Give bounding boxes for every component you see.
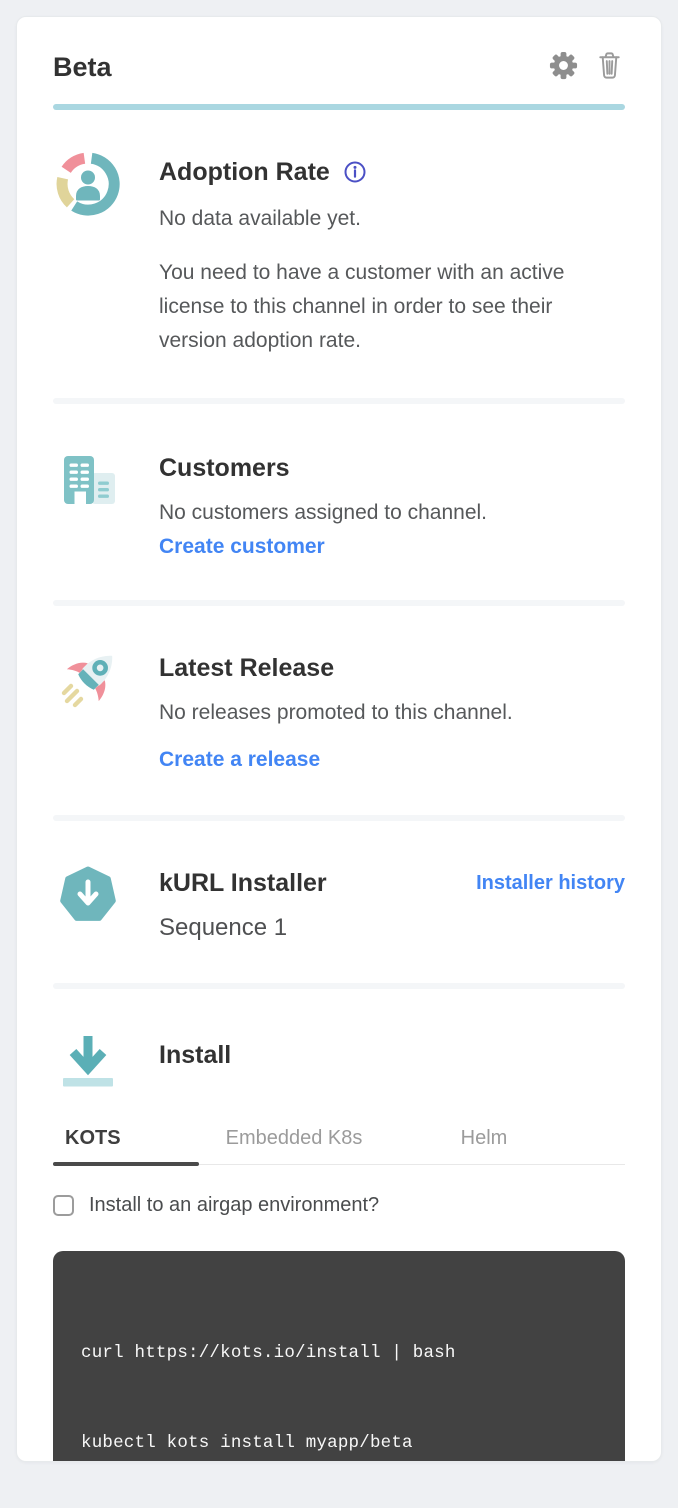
airgap-checkbox[interactable] xyxy=(53,1195,74,1216)
install-body: Install xyxy=(159,1029,625,1073)
gear-icon xyxy=(548,50,579,84)
adoption-description: You need to have a customer with an acti… xyxy=(159,256,607,358)
install-title: Install xyxy=(159,1037,625,1073)
adoption-rate-title: Adoption Rate xyxy=(159,154,625,190)
airgap-row[interactable]: Install to an airgap environment? xyxy=(53,1193,625,1217)
latest-release-empty-message: No releases promoted to this channel. xyxy=(159,696,625,730)
command-line: kubectl kots install myapp/beta xyxy=(81,1428,597,1458)
kurl-installer-title: kURL Installer xyxy=(159,865,327,901)
adoption-rate-title-text: Adoption Rate xyxy=(159,154,330,190)
command-line: curl https://kots.io/install | bash xyxy=(81,1338,597,1368)
customers-empty-message: No customers assigned to channel. xyxy=(159,496,625,530)
install-download-icon xyxy=(56,1029,120,1093)
kurl-installer-body: kURL Installer Installer history Sequenc… xyxy=(159,863,625,945)
release-rocket-icon xyxy=(56,648,120,712)
kurl-installer-section: kURL Installer Installer history Sequenc… xyxy=(53,863,625,945)
tab-embedded-k8s[interactable]: Embedded K8s xyxy=(199,1117,389,1164)
channel-card: Beta xyxy=(16,16,662,1462)
section-divider xyxy=(53,600,625,606)
section-divider xyxy=(53,398,625,404)
airgap-label: Install to an airgap environment? xyxy=(89,1193,379,1217)
customers-section: Customers No customers assigned to chann… xyxy=(53,448,625,564)
create-customer-link[interactable]: Create customer xyxy=(159,530,325,564)
install-command-block: curl https://kots.io/install | bash kube… xyxy=(53,1251,625,1462)
customers-body: Customers No customers assigned to chann… xyxy=(159,448,625,564)
section-divider xyxy=(53,983,625,989)
channel-accent-bar xyxy=(53,104,625,110)
latest-release-section: Latest Release No releases promoted to t… xyxy=(53,648,625,777)
latest-release-body: Latest Release No releases promoted to t… xyxy=(159,648,625,777)
channel-settings-button[interactable] xyxy=(548,50,579,84)
delete-channel-button[interactable] xyxy=(594,50,625,84)
kurl-heading-row: kURL Installer Installer history xyxy=(159,865,625,901)
adoption-rate-body: Adoption Rate No data available yet. You… xyxy=(159,152,625,358)
channel-title: Beta xyxy=(53,49,112,85)
adoption-empty-message: No data available yet. xyxy=(159,202,625,236)
info-icon[interactable] xyxy=(343,160,367,184)
customers-building-icon xyxy=(56,448,120,512)
adoption-rate-section: Adoption Rate No data available yet. You… xyxy=(53,152,625,358)
tab-kots[interactable]: KOTS xyxy=(53,1117,199,1164)
installer-sequence: Sequence 1 xyxy=(159,911,625,945)
header-actions xyxy=(548,50,625,84)
installer-history-link[interactable]: Installer history xyxy=(476,865,625,901)
trash-icon xyxy=(594,50,625,84)
latest-release-title: Latest Release xyxy=(159,650,625,686)
section-divider xyxy=(53,815,625,821)
install-section: Install KOTS Embedded K8s Helm Install t… xyxy=(53,1029,625,1462)
install-tabs: KOTS Embedded K8s Helm xyxy=(53,1117,625,1165)
tab-helm[interactable]: Helm xyxy=(389,1117,579,1164)
adoption-donut-icon xyxy=(56,152,120,216)
kurl-heptagon-download-icon xyxy=(56,863,120,927)
card-header: Beta xyxy=(53,49,625,85)
create-release-link[interactable]: Create a release xyxy=(159,743,320,777)
customers-title: Customers xyxy=(159,450,625,486)
install-heading-row: Install xyxy=(53,1029,625,1093)
